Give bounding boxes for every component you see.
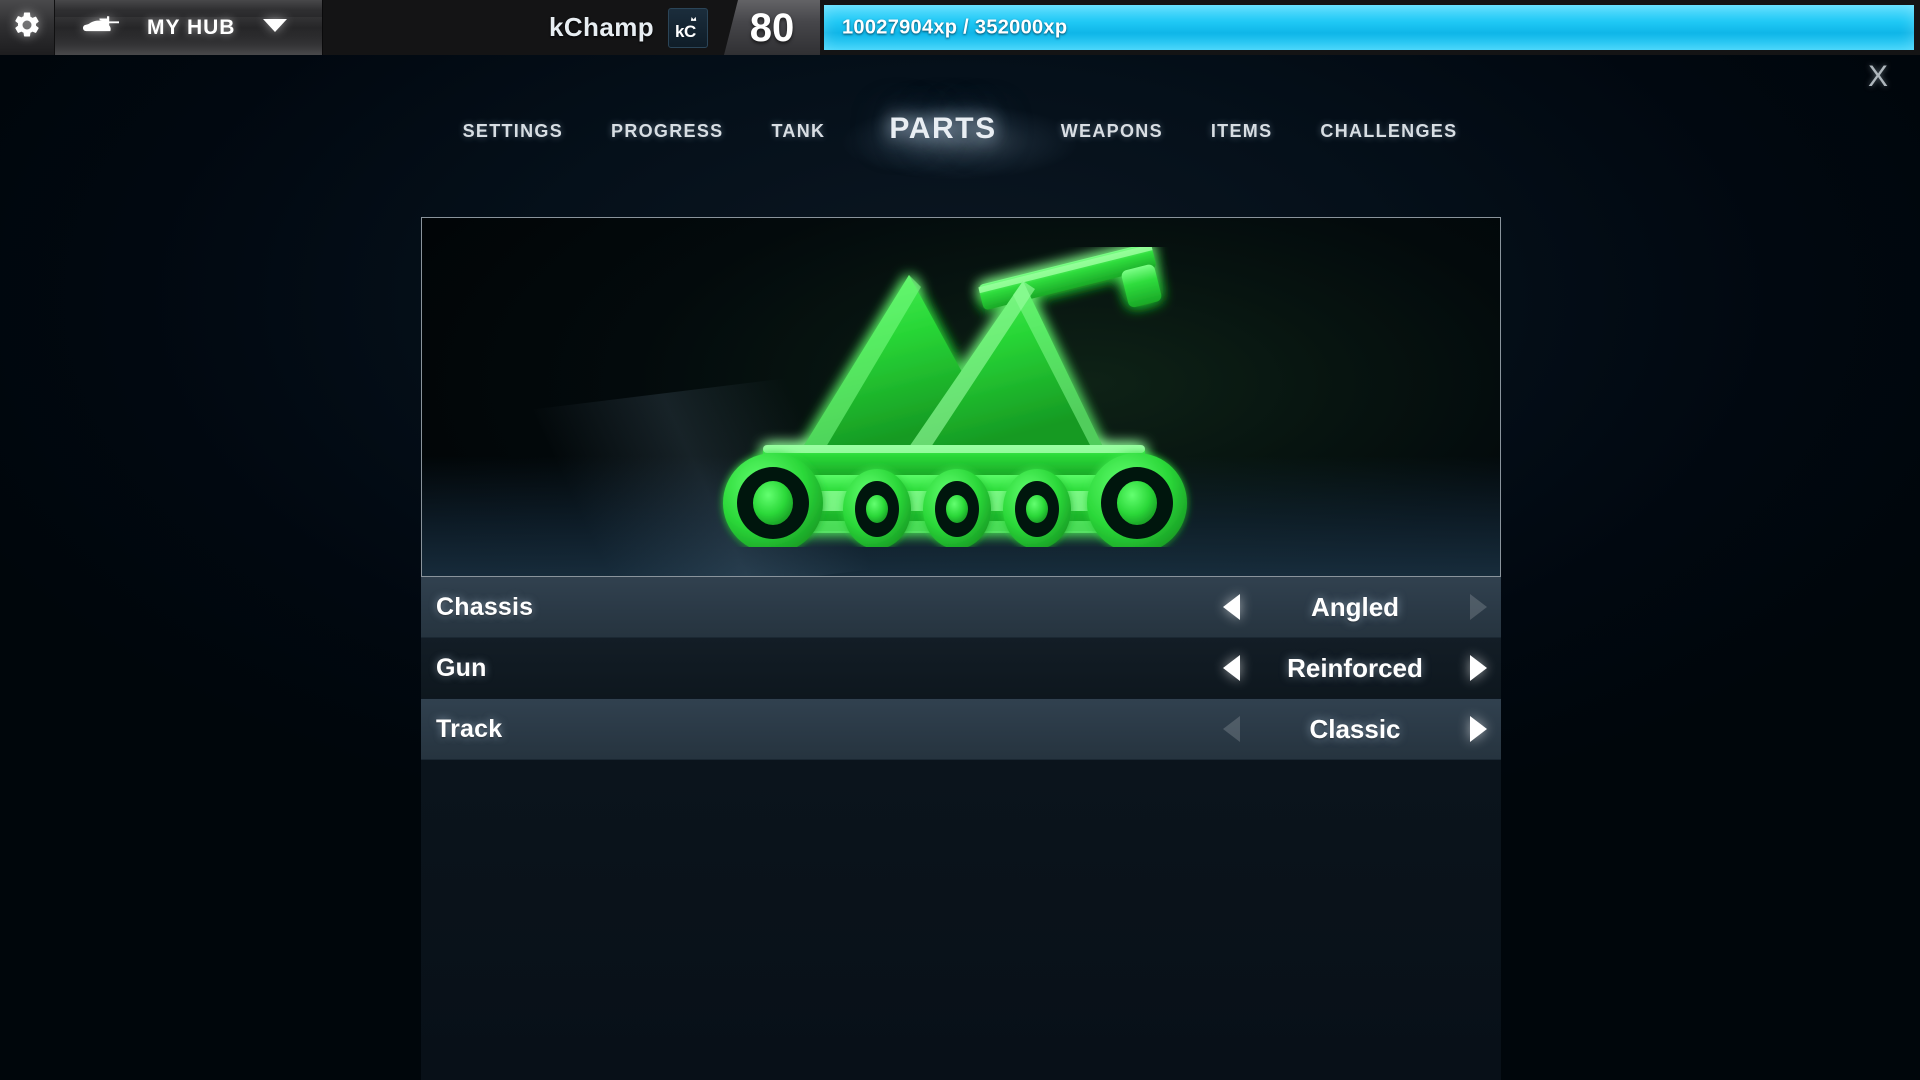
main-nav-tabs: SETTINGS PROGRESS TANK PARTS WEAPONS ITE… [0, 112, 1920, 150]
part-row-label: Gun [436, 653, 487, 682]
player-status-area: kChamp k C 80 10027904xp / 352000xp [549, 0, 1920, 55]
player-level-chip: 80 [724, 0, 820, 55]
part-row-value: Reinforced [1287, 652, 1423, 683]
gun-next-button[interactable] [1455, 638, 1501, 699]
tab-weapons[interactable]: WEAPONS [1037, 121, 1187, 150]
close-icon[interactable]: X [1856, 55, 1900, 99]
crown-icon [690, 16, 697, 21]
tab-challenges[interactable]: CHALLENGES [1296, 121, 1481, 150]
table-row[interactable]: Track Classic [421, 699, 1501, 760]
svg-text:C: C [684, 22, 696, 41]
xp-progress-bar: 10027904xp / 352000xp [824, 5, 1914, 50]
tank-icon [81, 13, 125, 42]
chevron-down-icon[interactable] [262, 17, 288, 38]
part-row-value: Angled [1310, 591, 1400, 622]
player-level: 80 [749, 5, 795, 50]
part-row-value: Classic [1309, 713, 1401, 744]
tab-items[interactable]: ITEMS [1187, 121, 1297, 150]
top-bar-filler: kChamp k C 80 10027904xp / 352000xp [323, 0, 1920, 55]
player-clan-badge: k C [668, 7, 708, 48]
part-row-label: Chassis [436, 592, 534, 621]
gear-icon [12, 10, 42, 45]
parts-list: Chassis Angled Gun Reinforced Track Clas… [421, 577, 1501, 1080]
parts-panel: Chassis Angled Gun Reinforced Track Clas… [421, 217, 1501, 1080]
my-hub-button[interactable]: MY HUB [55, 0, 323, 55]
tab-parts[interactable]: PARTS [849, 112, 1036, 150]
hub-label: MY HUB [147, 15, 236, 39]
player-name: kChamp [549, 12, 654, 42]
table-row[interactable]: Gun Reinforced [421, 638, 1501, 699]
tank-preview-panel [421, 217, 1501, 577]
chassis-next-button [1455, 577, 1501, 638]
track-prev-button [1209, 699, 1255, 760]
part-row-label: Track [436, 714, 503, 743]
tab-tank[interactable]: TANK [747, 121, 849, 150]
tab-settings[interactable]: SETTINGS [439, 121, 587, 150]
gun-prev-button[interactable] [1209, 638, 1255, 699]
track-next-button[interactable] [1455, 699, 1501, 760]
settings-gear-button[interactable] [0, 0, 55, 55]
table-row[interactable]: Chassis Angled [421, 577, 1501, 638]
xp-progress-label: 10027904xp / 352000xp [842, 16, 1068, 38]
tank-model [723, 247, 1187, 547]
chassis-prev-button[interactable] [1209, 577, 1255, 638]
tank-gun-barrel [978, 247, 1162, 310]
game-hub-screen: MY HUB kChamp k C 80 10027904xp / 352000… [0, 0, 1920, 1080]
tab-progress[interactable]: PROGRESS [587, 121, 747, 150]
parts-list-empty-area [421, 760, 1501, 1080]
top-bar: MY HUB kChamp k C 80 10027904xp / 352000… [0, 0, 1920, 55]
